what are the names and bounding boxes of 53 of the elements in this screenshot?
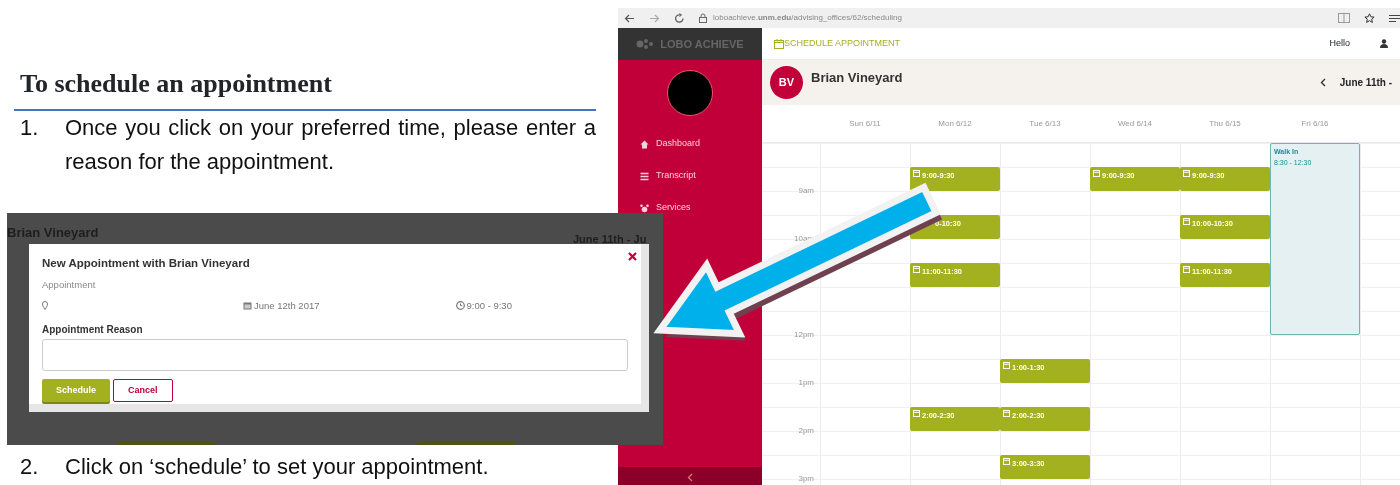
appointment-time: 9:00 - 9:30 (466, 298, 512, 313)
lock-icon (699, 13, 707, 23)
schedule-button[interactable]: Schedule (42, 378, 110, 402)
day-header: Fri 6/16 (1300, 117, 1330, 130)
user-icon[interactable] (1380, 39, 1388, 48)
chevron-left-icon[interactable] (1319, 78, 1326, 87)
field-label: Appointment Reason (42, 322, 144, 337)
time-label: 3pm (797, 473, 815, 485)
step-number: 2. (19, 453, 40, 481)
sidebar-item[interactable]: Services (618, 192, 762, 224)
date-range: June 11th - (1339, 76, 1392, 90)
appointment-date: June 12th 2017 (254, 298, 320, 313)
time-label: 2pm (797, 425, 815, 437)
refresh-icon[interactable] (674, 12, 685, 24)
day-header: Thu 6/15 (1208, 117, 1242, 130)
list-icon (640, 171, 649, 181)
calendar-icon (243, 301, 252, 311)
modal-title: New Appointment with Brian Vineyard (42, 256, 251, 271)
day-header: Tue 6/13 (1028, 117, 1062, 130)
time-label: 1pm (797, 377, 815, 389)
day-header: Sun 6/11 (848, 117, 882, 130)
star-icon[interactable] (1364, 12, 1375, 24)
menu-icon[interactable] (1389, 13, 1400, 23)
page-title: SCHEDULE APPOINTMENT (784, 36, 901, 50)
day-header: Mon 6/12 (937, 117, 973, 130)
close-icon[interactable] (628, 251, 637, 261)
paw-icon (636, 38, 655, 50)
sidebar-item-label: Transcript (656, 169, 696, 183)
location-pin-icon (42, 301, 48, 311)
step-text: Once you click on your preferred time, please enter a reason for the appointment. (65, 114, 596, 176)
cancel-button[interactable]: Cancel (113, 378, 173, 402)
sidebar-item[interactable]: Dashboard (618, 128, 762, 160)
sidebar-item[interactable]: Transcript (618, 160, 762, 192)
address-bar[interactable]: loboachieve.unm.edu/advising_offices/62/scheduling (713, 12, 1324, 24)
avatar-circle (667, 70, 713, 116)
sidebar-item-label: Services (656, 201, 691, 215)
sidebar-item-label: Dashboard (656, 137, 701, 151)
section-heading: To schedule an appointment (20, 70, 332, 99)
day-header: Wed 6/14 (1116, 117, 1154, 130)
greeting-text: Hello (1329, 36, 1350, 50)
calendar-icon (774, 38, 784, 49)
time-label: 12pm (793, 329, 815, 341)
student-avatar: BV (770, 66, 803, 99)
clock-icon (455, 301, 465, 311)
paw-icon (640, 203, 649, 213)
step-text: Click on ‘schedule’ to set your appointment. (65, 453, 490, 481)
appointment-type: Appointment (42, 278, 97, 293)
home-icon (640, 139, 649, 149)
student-name: Brian Vineyard (811, 69, 903, 87)
time-label: 9am (797, 185, 815, 197)
step-number: 1. (19, 114, 40, 142)
reason-input-field[interactable] (42, 338, 628, 371)
back-icon[interactable] (624, 13, 635, 23)
